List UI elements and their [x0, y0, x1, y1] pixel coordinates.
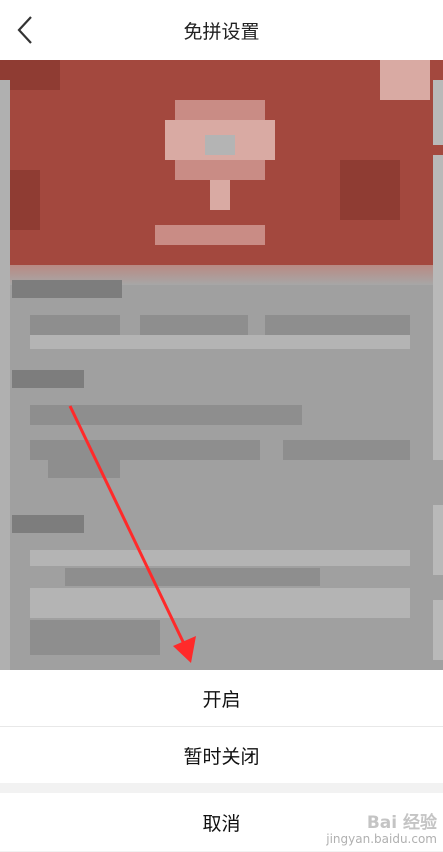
pixel-block — [380, 60, 430, 100]
page-title: 免拼设置 — [183, 21, 260, 43]
sheet-option-enable[interactable]: 开启 — [0, 670, 443, 727]
pixel-row — [30, 620, 160, 655]
right-edge-shade — [433, 505, 443, 575]
pixel-row — [265, 315, 410, 335]
blurred-content-area — [0, 60, 443, 670]
pixel-row — [65, 568, 320, 586]
right-edge-shade — [433, 600, 443, 660]
pixel-row — [140, 315, 248, 335]
right-edge-shade — [433, 155, 443, 460]
watermark: Bai 经验 jingyan.baidu.com — [326, 814, 437, 846]
pixel-row — [30, 440, 260, 460]
pixel-row — [48, 460, 120, 478]
watermark-url: jingyan.baidu.com — [326, 831, 437, 846]
pixel-row — [12, 515, 84, 533]
nav-bar: 免拼设置 — [0, 0, 443, 61]
sheet-option-temporary-close[interactable]: 暂时关闭 — [0, 727, 443, 783]
pixel-row — [30, 550, 410, 566]
watermark-logo: Bai 经验 — [366, 813, 437, 834]
pixel-row — [30, 405, 302, 425]
pixel-block — [205, 135, 235, 155]
pixel-block — [210, 180, 230, 210]
pixel-row — [30, 335, 410, 349]
right-edge-shade — [433, 80, 443, 145]
pixel-row — [12, 280, 122, 298]
pixel-row — [12, 370, 84, 388]
pixel-block — [155, 225, 265, 245]
pixel-block — [340, 160, 400, 220]
pixel-row — [283, 440, 410, 460]
pixel-row — [30, 588, 410, 618]
pixel-block — [175, 160, 265, 180]
pixel-block — [175, 100, 265, 120]
left-edge-shade — [0, 80, 10, 670]
pixel-row — [30, 315, 120, 335]
